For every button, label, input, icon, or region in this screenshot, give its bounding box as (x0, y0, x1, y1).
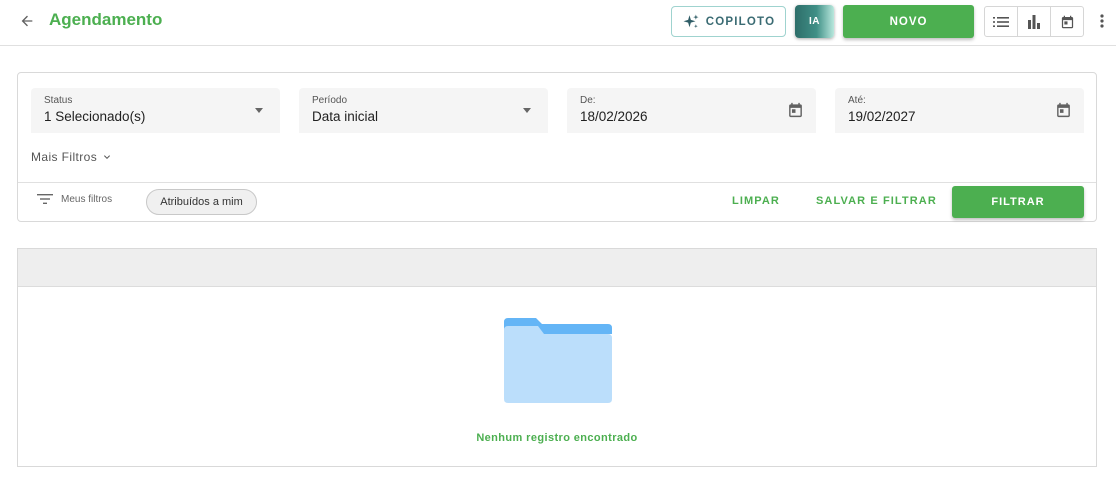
results-header (18, 249, 1096, 287)
calendar-icon[interactable] (786, 100, 804, 120)
list-view-button[interactable] (985, 7, 1018, 36)
status-label: Status (44, 95, 73, 106)
ia-button[interactable]: IA (795, 5, 834, 38)
sparkle-icon (683, 14, 699, 28)
arrow-left-icon (21, 15, 33, 27)
end-date-value: 19/02/2027 (848, 109, 916, 124)
calendar-view-button[interactable] (1051, 7, 1083, 36)
top-bar: Agendamento COPILOTO IA NOVO (0, 0, 1116, 46)
filter-list-icon (37, 194, 53, 204)
start-date-field[interactable]: De: 18/02/2026 (567, 88, 816, 133)
view-toggle (984, 6, 1084, 37)
filter-button[interactable]: FILTRAR (952, 186, 1084, 218)
period-label: Período (312, 95, 348, 106)
copilot-label: COPILOTO (705, 15, 776, 28)
list-icon (993, 16, 1009, 27)
chevron-down-icon (104, 155, 111, 159)
back-button[interactable] (14, 9, 40, 33)
clear-button[interactable]: LIMPAR (732, 195, 780, 207)
copilot-button[interactable]: COPILOTO (671, 6, 786, 37)
dropdown-arrow-icon (250, 100, 268, 120)
divider (18, 182, 1096, 183)
results-panel: Nenhum registro encontrado (17, 248, 1097, 467)
period-value: Data inicial (312, 109, 379, 124)
start-date-label: De: (580, 95, 596, 106)
new-button[interactable]: NOVO (843, 5, 974, 38)
my-filters-label: Meus filtros (61, 193, 113, 205)
filter-panel: Status 1 Selecionado(s) Período Data ini… (17, 72, 1097, 222)
calendar-icon[interactable] (1054, 100, 1072, 120)
status-value: 1 Selecionado(s) (44, 109, 146, 124)
folder-icon (504, 318, 612, 403)
chart-view-button[interactable] (1018, 7, 1051, 36)
my-filters-button[interactable]: Meus filtros (37, 193, 112, 205)
more-options-button[interactable] (1094, 9, 1110, 33)
empty-state-message: Nenhum registro encontrado (476, 432, 638, 444)
end-date-label: Até: (848, 95, 866, 106)
calendar-icon (1061, 15, 1073, 28)
more-vert-icon (1100, 14, 1104, 28)
assigned-to-me-chip[interactable]: Atribuídos a mim (146, 189, 257, 215)
save-and-filter-button[interactable]: SALVAR E FILTRAR (816, 195, 937, 207)
start-date-value: 18/02/2026 (580, 109, 648, 124)
more-filters-label: Mais Filtros (31, 150, 98, 164)
more-filters-toggle[interactable]: Mais Filtros (31, 150, 113, 164)
period-select[interactable]: Período Data inicial (299, 88, 548, 133)
status-select[interactable]: Status 1 Selecionado(s) (31, 88, 280, 133)
end-date-field[interactable]: Até: 19/02/2027 (835, 88, 1084, 133)
dropdown-arrow-icon (518, 100, 536, 120)
bar-chart-icon (1028, 14, 1040, 29)
page-title: Agendamento (49, 10, 163, 29)
